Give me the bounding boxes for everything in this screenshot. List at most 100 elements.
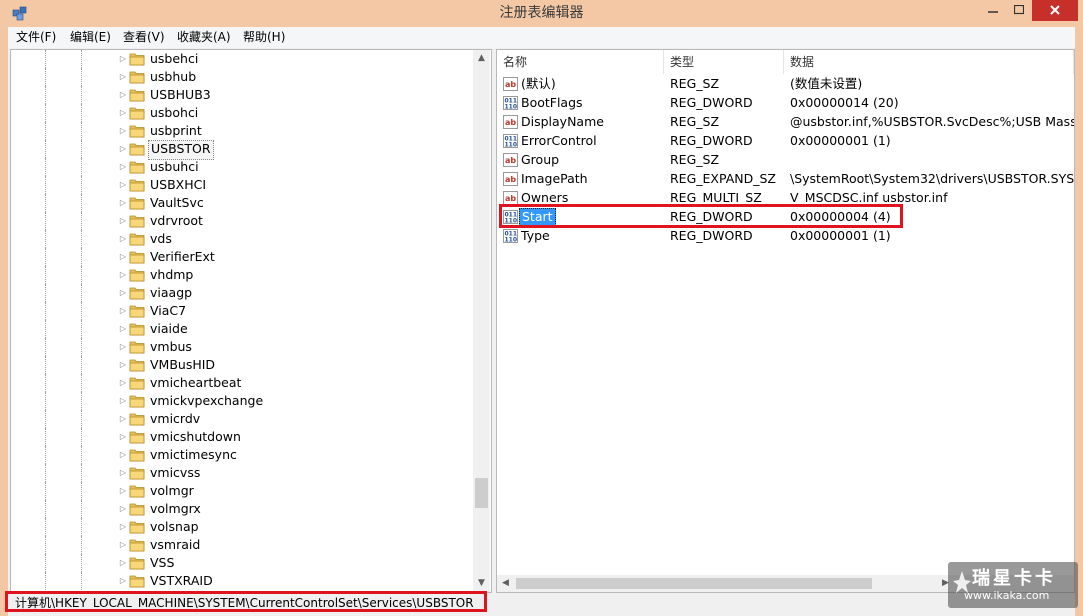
tree-item[interactable]: ▷ volsnap — [11, 518, 471, 536]
value-row[interactable]: ab DisplayName REG_SZ @usbstor.inf,%USBSTOR… — [497, 113, 1074, 132]
tree-item[interactable]: ▷ VMBusHID — [11, 356, 471, 374]
column-header-data[interactable]: 数据 — [784, 50, 1074, 74]
scroll-down-icon[interactable]: ▼ — [473, 575, 490, 592]
value-name: DisplayName — [521, 114, 604, 129]
expand-arrow-icon[interactable]: ▷ — [118, 161, 128, 173]
registry-tree[interactable]: ▷ usbehci ▷ usbhub ▷ USBHUB3 ▷ usbohci ▷ usbprint… — [10, 49, 492, 593]
tree-item[interactable]: ▷ ViaC7 — [11, 302, 471, 320]
expand-arrow-icon[interactable]: ▷ — [118, 53, 128, 65]
tree-guide-line — [45, 212, 47, 230]
tree-item[interactable]: ▷ USBSTOR — [11, 140, 471, 160]
expand-arrow-icon[interactable]: ▷ — [118, 467, 128, 479]
tree-item[interactable]: ▷ viaagp — [11, 284, 471, 302]
menu-help[interactable]: 帮助(H) — [239, 27, 289, 48]
expand-arrow-icon[interactable]: ▷ — [118, 557, 128, 569]
tree-guide-line — [45, 158, 47, 176]
tree-item-label: USBXHCI — [150, 177, 207, 192]
expand-arrow-icon[interactable]: ▷ — [118, 89, 128, 101]
tree-item[interactable]: ▷ vmbus — [11, 338, 471, 356]
tree-guide-line — [45, 518, 47, 536]
tree-item[interactable]: ▷ vsmraid — [11, 536, 471, 554]
tree-item[interactable]: ▷ volmgrx — [11, 500, 471, 518]
expand-arrow-icon[interactable]: ▷ — [118, 179, 128, 191]
tree-item[interactable]: ▷ viaide — [11, 320, 471, 338]
expand-arrow-icon[interactable]: ▷ — [118, 521, 128, 533]
folder-icon — [129, 395, 145, 408]
tree-item[interactable]: ▷ vmicshutdown — [11, 428, 471, 446]
tree-item[interactable]: ▷ usbhub — [11, 68, 471, 86]
value-row[interactable]: 011 110 BootFlags REG_DWORD 0x00000014 (20) — [497, 94, 1074, 113]
column-header-name[interactable]: 名称 — [497, 50, 664, 74]
folder-icon — [129, 287, 145, 300]
tree-item[interactable]: ▷ usbehci — [11, 50, 471, 68]
expand-arrow-icon[interactable]: ▷ — [118, 125, 128, 137]
expand-arrow-icon[interactable]: ▷ — [118, 143, 128, 155]
tree-item[interactable]: ▷ VSS — [11, 554, 471, 572]
expand-arrow-icon[interactable]: ▷ — [118, 233, 128, 245]
expand-arrow-icon[interactable]: ▷ — [118, 539, 128, 551]
menu-file[interactable]: 文件(F) — [12, 27, 60, 48]
tree-item[interactable]: ▷ USBXHCI — [11, 176, 471, 194]
expand-arrow-icon[interactable]: ▷ — [118, 251, 128, 263]
expand-arrow-icon[interactable]: ▷ — [118, 305, 128, 317]
maximize-button[interactable] — [1006, 0, 1032, 21]
value-row[interactable]: ab (默认) REG_SZ (数值未设置) — [497, 75, 1074, 94]
value-row[interactable]: ab Group REG_SZ — [497, 151, 1074, 170]
expand-arrow-icon[interactable]: ▷ — [118, 197, 128, 209]
tree-item[interactable]: ▷ vmickvpexchange — [11, 392, 471, 410]
expand-arrow-icon[interactable]: ▷ — [118, 341, 128, 353]
expand-arrow-icon[interactable]: ▷ — [118, 323, 128, 335]
menu-edit[interactable]: 编辑(E) — [66, 27, 115, 48]
tree-item[interactable]: ▷ usbohci — [11, 104, 471, 122]
tree-item-label: vhdmp — [150, 267, 194, 282]
tree-item[interactable]: ▷ vhdmp — [11, 266, 471, 284]
expand-arrow-icon[interactable]: ▷ — [118, 71, 128, 83]
menu-view[interactable]: 查看(V) — [119, 27, 169, 48]
column-header-type[interactable]: 类型 — [664, 50, 784, 74]
tree-item[interactable]: ▷ vmicrdv — [11, 410, 471, 428]
tree-item[interactable]: ▷ vmicheartbeat — [11, 374, 471, 392]
close-button[interactable] — [1032, 0, 1078, 21]
expand-arrow-icon[interactable]: ▷ — [118, 413, 128, 425]
expand-arrow-icon[interactable]: ▷ — [118, 449, 128, 461]
tree-item[interactable]: ▷ usbprint — [11, 122, 471, 140]
values-list[interactable]: 名称 类型 数据 ab (默认) REG_SZ (数值未设置) 011 110 BootFl… — [496, 49, 1075, 593]
value-row[interactable]: 011 110 ErrorControl REG_DWORD 0x00000001 (1… — [497, 132, 1074, 151]
expand-arrow-icon[interactable]: ▷ — [118, 575, 128, 587]
expand-arrow-icon[interactable]: ▷ — [118, 359, 128, 371]
scroll-thumb[interactable] — [475, 478, 488, 508]
expand-arrow-icon[interactable]: ▷ — [118, 431, 128, 443]
tree-item-label: vmickvpexchange — [150, 393, 264, 408]
tree-item[interactable]: ▷ VaultSvc — [11, 194, 471, 212]
tree-item[interactable]: ▷ USBHUB3 — [11, 86, 471, 104]
scroll-up-icon[interactable]: ▲ — [473, 50, 490, 67]
tree-item[interactable]: ▷ usbuhci — [11, 158, 471, 176]
scroll-left-icon[interactable]: ◀ — [497, 575, 514, 592]
expand-arrow-icon[interactable]: ▷ — [118, 269, 128, 281]
expand-arrow-icon[interactable]: ▷ — [118, 503, 128, 515]
value-row[interactable]: 011 110 Type REG_DWORD 0x00000001 (1) — [497, 227, 1074, 246]
tree-item[interactable]: ▷ vmicvss — [11, 464, 471, 482]
expand-arrow-icon[interactable]: ▷ — [118, 377, 128, 389]
tree-item[interactable]: ▷ vmictimesync — [11, 446, 471, 464]
scroll-thumb[interactable] — [516, 578, 872, 589]
expand-arrow-icon[interactable]: ▷ — [118, 287, 128, 299]
tree-item[interactable]: ▷ vdrvroot — [11, 212, 471, 230]
menu-favorites[interactable]: 收藏夹(A) — [173, 27, 235, 48]
value-row[interactable]: ab ImagePath REG_EXPAND_SZ \SystemRoot\Syst… — [497, 170, 1074, 189]
svg-text:ab: ab — [505, 156, 516, 165]
minimize-button[interactable] — [980, 0, 1006, 21]
tree-vertical-scrollbar[interactable]: ▲ ▼ — [473, 50, 490, 592]
string-value-icon: ab — [503, 153, 518, 167]
expand-arrow-icon[interactable]: ▷ — [118, 395, 128, 407]
tree-item[interactable]: ▷ vds — [11, 230, 471, 248]
value-data: 0x00000001 (1) — [790, 133, 891, 148]
tree-item[interactable]: ▷ VerifierExt — [11, 248, 471, 266]
expand-arrow-icon[interactable]: ▷ — [118, 215, 128, 227]
expand-arrow-icon[interactable]: ▷ — [118, 107, 128, 119]
folder-icon — [129, 143, 145, 156]
value-name: ImagePath — [521, 171, 588, 186]
expand-arrow-icon[interactable]: ▷ — [118, 485, 128, 497]
tree-item[interactable]: ▷ VSTXRAID — [11, 572, 471, 590]
tree-item[interactable]: ▷ volmgr — [11, 482, 471, 500]
